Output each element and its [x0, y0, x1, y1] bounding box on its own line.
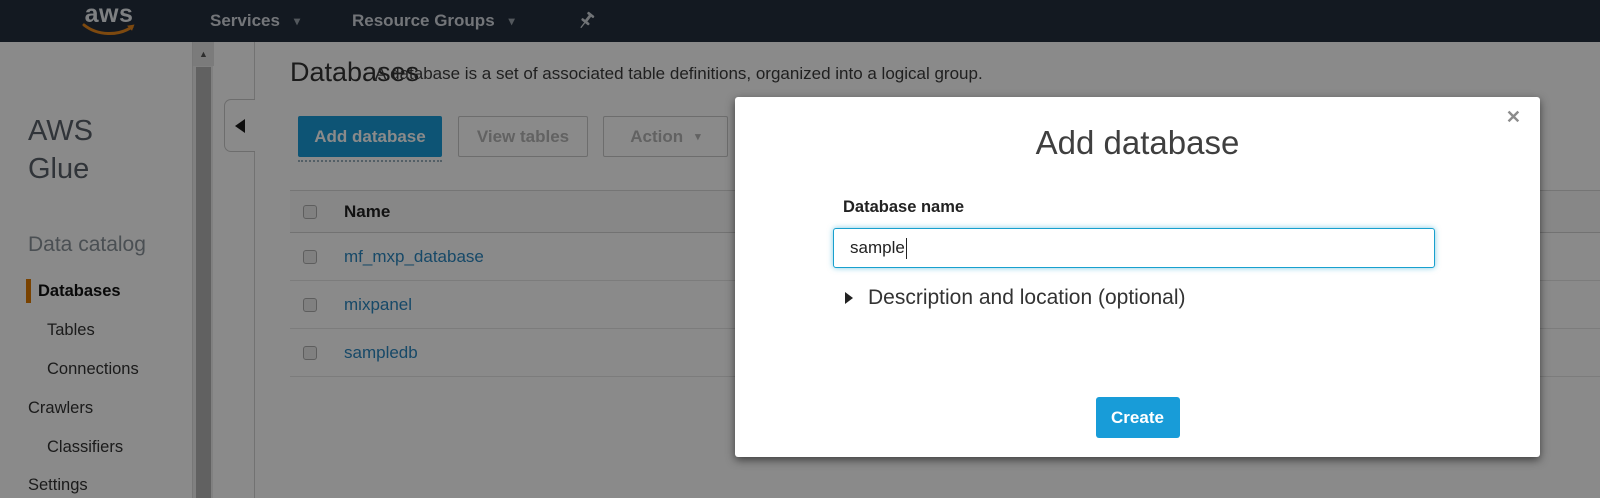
- modal-title: Add database: [735, 124, 1540, 162]
- description-location-toggle[interactable]: Description and location (optional): [845, 286, 1186, 310]
- create-button[interactable]: Create: [1096, 397, 1180, 438]
- close-icon[interactable]: ✕: [1506, 107, 1521, 128]
- input-value: sample: [850, 238, 905, 258]
- database-name-label: Database name: [843, 198, 964, 217]
- expand-right-icon: [845, 292, 853, 304]
- text-cursor: [906, 238, 908, 259]
- add-database-modal: ✕ Add database Database name sample Desc…: [735, 97, 1540, 457]
- description-toggle-label: Description and location (optional): [868, 286, 1186, 310]
- database-name-input[interactable]: sample: [833, 228, 1435, 268]
